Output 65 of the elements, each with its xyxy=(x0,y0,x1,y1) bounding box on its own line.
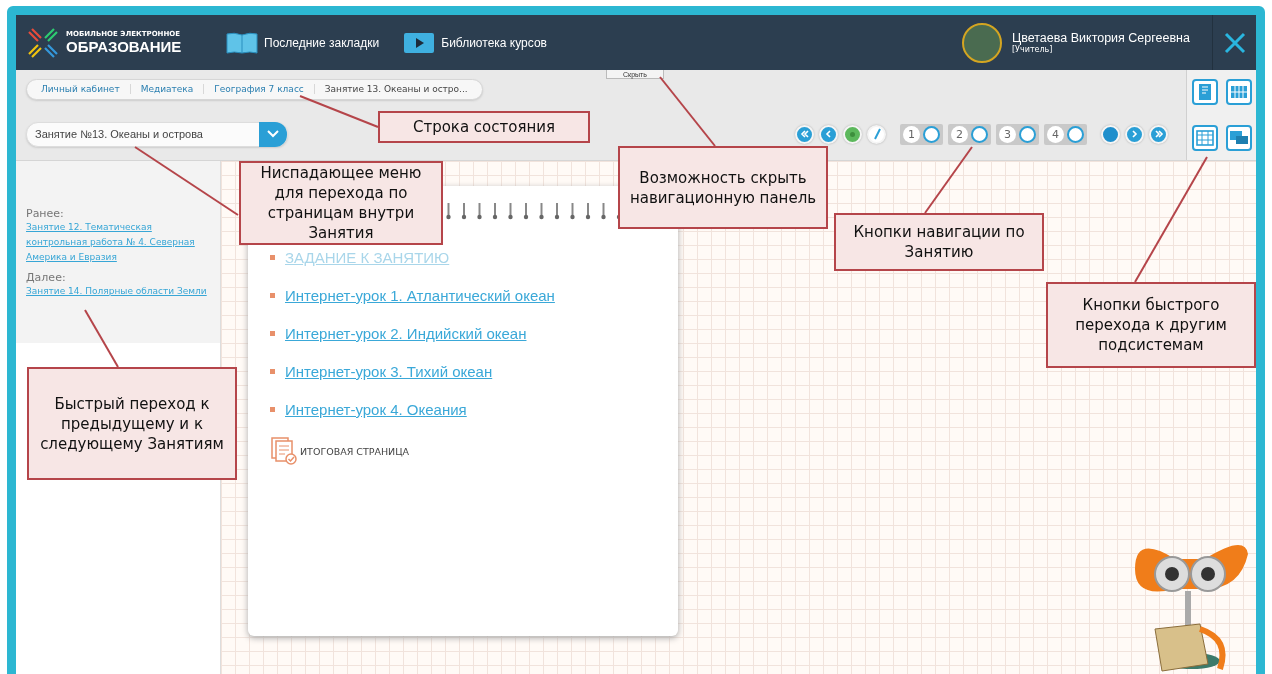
status-ring-icon xyxy=(971,125,988,143)
page-button[interactable]: 1 xyxy=(900,123,943,145)
leader-line xyxy=(659,76,716,147)
grid-icon xyxy=(1229,83,1248,101)
video-icon xyxy=(403,31,436,54)
page-button[interactable]: 3 xyxy=(996,123,1039,145)
header-nav-link[interactable]: Библиотека курсов xyxy=(403,31,547,54)
callout-label: Строка состояния xyxy=(378,111,590,143)
leader-line xyxy=(84,309,119,368)
lesson-nav-button[interactable] xyxy=(795,124,814,144)
callout-label: Кнопки навигации по Занятию xyxy=(834,213,1044,271)
callout-label: Кнопки быстрого перехода к другим подсистемам xyxy=(1046,282,1256,368)
bullet-icon xyxy=(270,331,275,336)
pencil-button[interactable] xyxy=(867,124,886,144)
chat-icon xyxy=(1228,129,1249,147)
lesson-nav-button[interactable] xyxy=(1125,124,1144,144)
bullet-icon xyxy=(270,369,275,374)
callout-label: Быстрый переход к предыдущему и к следующему Занятиям xyxy=(27,367,237,480)
earlier-label: Ранее: xyxy=(26,207,65,220)
avatar-placeholder xyxy=(962,22,1002,63)
lesson-nav-button[interactable] xyxy=(1101,124,1120,144)
table-icon xyxy=(1195,129,1214,147)
breadcrumb-link[interactable]: Медиатека xyxy=(130,84,205,94)
chevron-icon xyxy=(799,129,810,139)
lesson-nav-button[interactable] xyxy=(819,124,838,144)
callout-label: Ниспадающее меню для перехода по страницам внутри Занятия xyxy=(239,161,443,245)
subsystem-button[interactable] xyxy=(1225,125,1252,151)
book-icon xyxy=(226,31,258,54)
callout-label: Возможность скрыть навигационную панель xyxy=(618,146,828,229)
page-number: 2 xyxy=(951,125,968,143)
subsystem-button[interactable] xyxy=(1191,79,1218,105)
bullet-icon xyxy=(270,293,275,298)
status-ring-icon xyxy=(1019,125,1036,143)
page-button[interactable]: 2 xyxy=(948,123,991,145)
summary-page-link[interactable]: ИТОГОВАЯ СТРАНИЦА xyxy=(300,445,410,457)
page-number: 4 xyxy=(1047,125,1064,143)
document-check-icon xyxy=(270,436,298,466)
pencil-icon xyxy=(871,128,882,140)
later-label: Далее: xyxy=(26,271,67,284)
lesson-nav-button[interactable] xyxy=(1149,124,1168,144)
page-number: 1 xyxy=(903,125,920,143)
breadcrumb-link[interactable]: Занятие 13. Океаны и остро... xyxy=(314,84,478,94)
close-icon xyxy=(1223,31,1246,54)
chevron-icon xyxy=(1153,129,1164,139)
logo-title: ОБРАЗОВАНИЕ xyxy=(66,38,182,55)
status-ring-icon xyxy=(923,125,940,143)
page-number: 3 xyxy=(999,125,1016,143)
dropdown-chevron-icon xyxy=(259,121,287,147)
chevron-icon xyxy=(823,129,834,139)
leader-line xyxy=(924,146,973,214)
lesson-dropdown[interactable]: Занятие №13. Океаны и острова xyxy=(26,121,288,147)
chevron-icon xyxy=(1129,129,1140,139)
lesson-nav-button[interactable] xyxy=(843,124,862,144)
header-nav-link[interactable]: Последние закладки xyxy=(226,31,380,54)
subsystem-button[interactable] xyxy=(1225,79,1252,105)
user-role: [Учитель] xyxy=(1012,45,1053,54)
user-name: Цветаева Виктория Сергеевна xyxy=(1012,31,1191,45)
bullet-icon xyxy=(270,407,275,412)
bullet-icon xyxy=(270,255,275,260)
subsystem-button[interactable] xyxy=(1191,125,1218,151)
breadcrumb-link[interactable]: География 7 класс xyxy=(204,84,315,94)
page-button[interactable]: 4 xyxy=(1044,123,1087,145)
breadcrumb-link[interactable]: Личный кабинет xyxy=(31,84,131,94)
logo-icon xyxy=(26,25,60,60)
status-ring-icon xyxy=(1067,125,1084,143)
